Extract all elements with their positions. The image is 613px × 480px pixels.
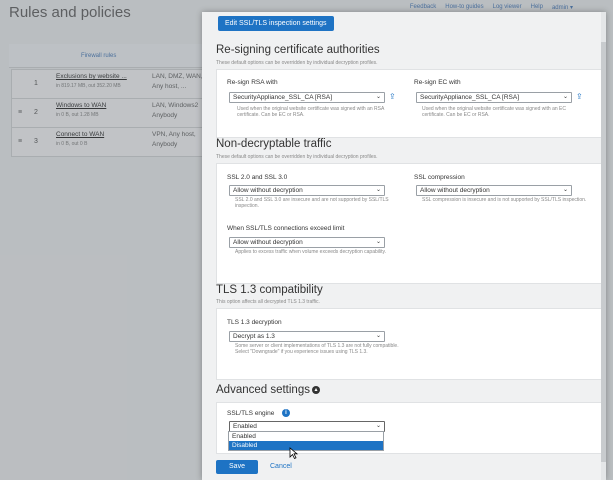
engine-label: SSL/TLS engine [227, 410, 275, 417]
ec-select[interactable]: SecurityAppliance_SSL_CA [RSA] ⌄ [416, 92, 572, 103]
chevron-up-icon[interactable]: ▴ [311, 385, 320, 394]
mouse-pointer-icon [289, 447, 299, 460]
advanced-section-title: Advanced settings [216, 384, 310, 396]
chevron-down-icon: ⌄ [375, 239, 381, 245]
upload-icon[interactable]: ⇪ [576, 92, 584, 101]
save-button[interactable]: Save [216, 460, 258, 474]
ec-label: Re-sign EC with [414, 79, 461, 86]
advanced-settings-toggle[interactable]: Advanced settings ▴ [216, 384, 320, 396]
limit-help: Applies to excess traffic when volume ex… [235, 249, 387, 255]
limit-select[interactable]: Allow without decryption ⌄ [229, 237, 385, 248]
chevron-down-icon: ⌄ [375, 94, 381, 100]
tls13-select[interactable]: Decrypt as 1.3 ⌄ [229, 331, 385, 342]
upload-icon[interactable]: ⇪ [389, 92, 397, 101]
dialog-footer: Save Cancel [202, 454, 606, 480]
rsa-label: Re-sign RSA with [227, 79, 278, 86]
nondecrypt-section-subtitle: These default options can be overridden … [216, 154, 378, 160]
chevron-down-icon: ⌄ [375, 187, 381, 193]
compression-label: SSL compression [414, 174, 465, 181]
ssl2-select[interactable]: Allow without decryption ⌄ [229, 185, 385, 196]
tls13-section-title: TLS 1.3 compatibility [216, 284, 323, 296]
ec-help: Used when the original website certifica… [422, 106, 566, 119]
rsa-select-value: SecurityAppliance_SSL_CA [RSA] [233, 94, 332, 101]
resign-section-title: Re-signing certificate authorities [216, 44, 380, 56]
ec-select-value: SecurityAppliance_SSL_CA [RSA] [420, 94, 519, 101]
compression-select-value: Allow without decryption [420, 187, 490, 194]
ssl2-help: SSL 2.0 and SSL 3.0 are insecure and are… [235, 197, 389, 210]
engine-select-value: Enabled [233, 423, 257, 430]
chevron-down-icon: ⌄ [562, 94, 568, 100]
limit-label: When SSL/TLS connections exceed limit [227, 225, 345, 232]
nondecrypt-section-title: Non-decryptable traffic [216, 138, 332, 150]
chevron-down-icon: ⌄ [562, 187, 568, 193]
info-icon[interactable]: i [282, 409, 290, 417]
tls13-section-subtitle: This option affects all decrypted TLS 1.… [216, 299, 320, 305]
chevron-down-icon: ⌄ [375, 423, 381, 429]
tls13-card: TLS 1.3 decryption Decrypt as 1.3 ⌄ Some… [216, 308, 602, 380]
ssl2-select-value: Allow without decryption [233, 187, 303, 194]
dialog-title: Edit SSL/TLS inspection settings [218, 16, 334, 31]
option-enabled[interactable]: Enabled [229, 432, 383, 441]
chevron-down-icon: ⌄ [375, 333, 381, 339]
compression-select[interactable]: Allow without decryption ⌄ [416, 185, 572, 196]
tls13-select-value: Decrypt as 1.3 [233, 333, 275, 340]
nondecrypt-card: SSL 2.0 and SSL 3.0 Allow without decryp… [216, 163, 602, 284]
compression-help: SSL compression is insecure and is not s… [422, 197, 587, 203]
rsa-select[interactable]: SecurityAppliance_SSL_CA [RSA] ⌄ [229, 92, 385, 103]
tls13-help: Some server or client implementations of… [235, 343, 399, 356]
ssl-tls-settings-dialog: Edit SSL/TLS inspection settings Re-sign… [202, 12, 606, 480]
scrollbar-thumb[interactable] [601, 42, 606, 462]
resign-section-subtitle: These default options can be overridden … [216, 60, 378, 66]
engine-dropdown-list: Enabled Disabled [228, 431, 384, 451]
cancel-button[interactable]: Cancel [270, 460, 292, 474]
dialog-scrollbar[interactable] [601, 12, 606, 480]
tls13-label: TLS 1.3 decryption [227, 319, 282, 326]
rsa-help: Used when the original website certifica… [237, 106, 385, 119]
limit-select-value: Allow without decryption [233, 239, 303, 246]
resign-card: Re-sign RSA with SecurityAppliance_SSL_C… [216, 69, 602, 138]
ssl2-label: SSL 2.0 and SSL 3.0 [227, 174, 288, 181]
option-disabled[interactable]: Disabled [229, 441, 383, 450]
